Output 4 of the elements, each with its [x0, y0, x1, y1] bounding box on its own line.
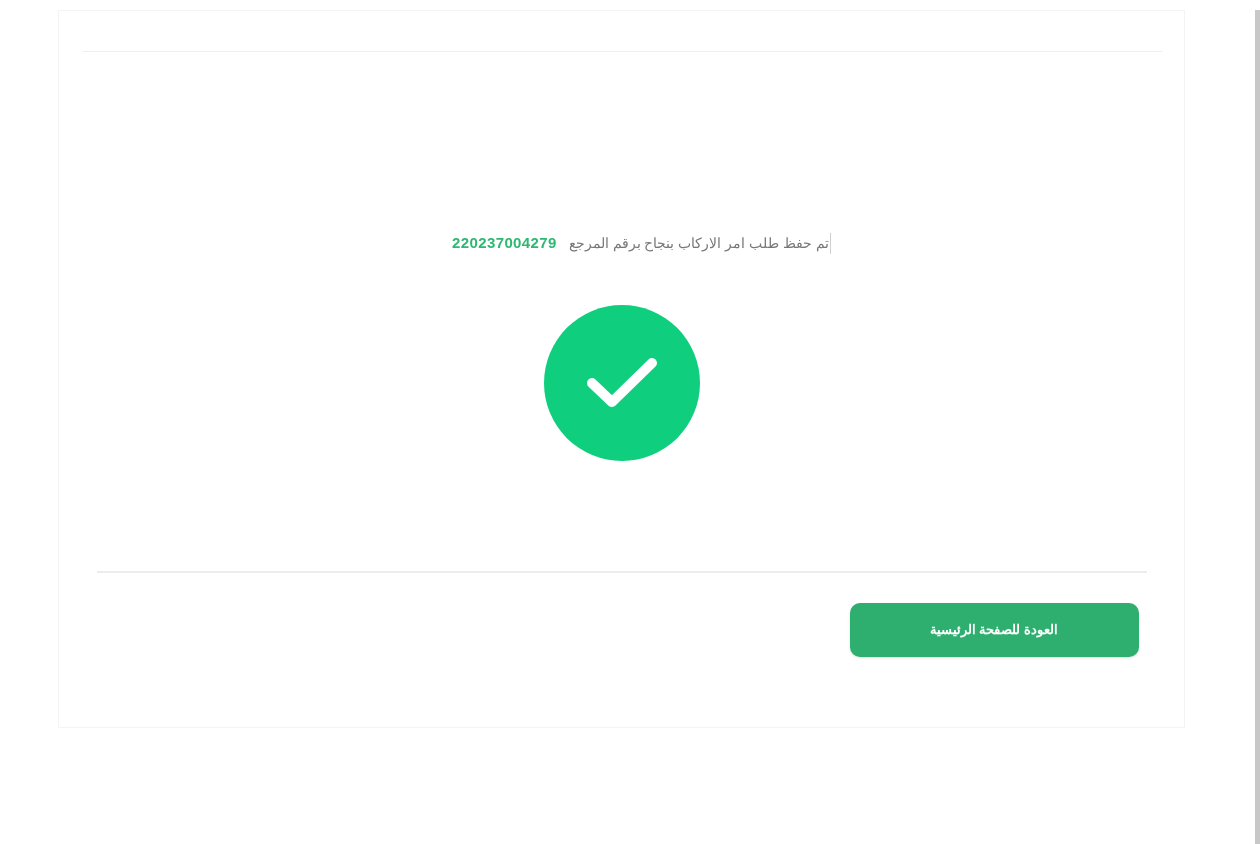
reference-number: 220237004279 — [452, 233, 557, 253]
home-button[interactable]: العودة للصفحة الرئيسية — [849, 602, 1139, 657]
success-message: تم حفظ طلب امر الاركاب بنجاح برقم المرجع — [568, 232, 831, 254]
success-check-icon — [543, 304, 700, 461]
